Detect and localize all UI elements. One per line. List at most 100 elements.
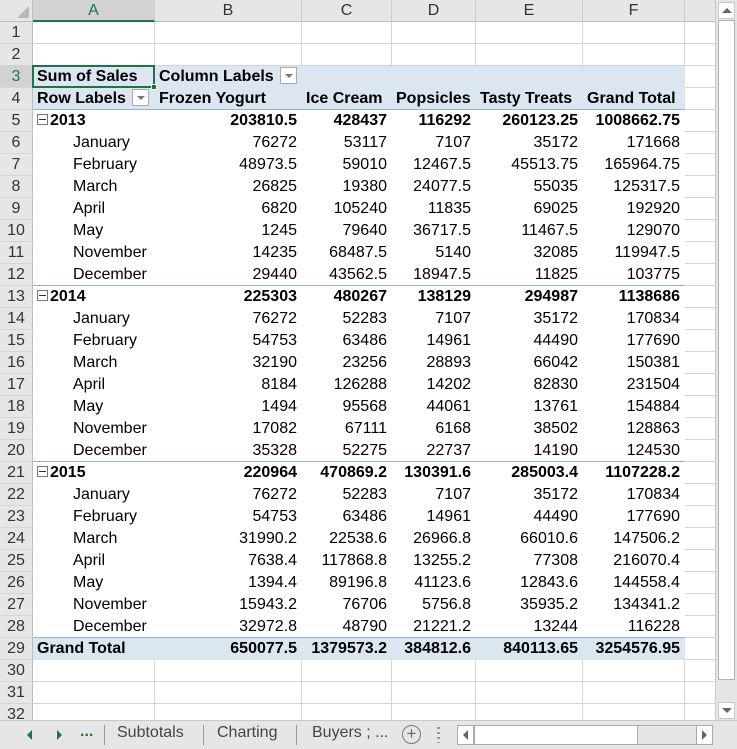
value-cell[interactable]: 66042 [476, 352, 583, 374]
empty-cell[interactable] [476, 44, 583, 66]
value-cell[interactable]: 52283 [302, 308, 392, 330]
empty-cell[interactable] [302, 704, 392, 720]
month-label[interactable]: February [33, 506, 155, 528]
empty-cell[interactable] [155, 660, 302, 682]
month-label[interactable]: November [33, 594, 155, 616]
empty-cell[interactable] [685, 22, 715, 44]
prev-sheet-arrow-icon[interactable] [27, 730, 32, 740]
empty-cell[interactable] [685, 154, 715, 176]
value-cell[interactable]: 7107 [392, 308, 476, 330]
worksheet-grid[interactable]: ABCDEF 1 2 3 4 5 6 7 8 9 10 11 12 13 14 15 16 17 18 19 20 21… [0, 0, 715, 720]
row-header-16[interactable]: 16 [0, 352, 33, 374]
value-cell[interactable]: 192920 [583, 198, 685, 220]
value-cell[interactable]: 231504 [583, 374, 685, 396]
scroll-down-arrow-icon[interactable] [718, 702, 735, 719]
value-cell[interactable]: 67111 [302, 418, 392, 440]
value-cell[interactable]: 66010.6 [476, 528, 583, 550]
month-label[interactable]: February [33, 154, 155, 176]
value-cell[interactable]: 12467.5 [392, 154, 476, 176]
value-cell[interactable]: 144558.4 [583, 572, 685, 594]
value-cell[interactable]: 150381 [583, 352, 685, 374]
value-cell[interactable]: 63486 [302, 506, 392, 528]
value-cell[interactable]: 13244 [476, 616, 583, 638]
value-cell[interactable]: 48973.5 [155, 154, 302, 176]
value-cell[interactable]: 11825 [476, 264, 583, 286]
group-subtotal-cell[interactable]: 116292 [392, 110, 476, 132]
value-cell[interactable]: 31990.2 [155, 528, 302, 550]
empty-cell[interactable] [476, 704, 583, 720]
value-cell[interactable]: 134341.2 [583, 594, 685, 616]
empty-cell[interactable] [583, 682, 685, 704]
select-all-corner[interactable] [0, 0, 33, 22]
column-header-popsicles[interactable]: Popsicles [392, 88, 476, 110]
value-cell[interactable]: 32085 [476, 242, 583, 264]
value-cell[interactable]: 11467.5 [476, 220, 583, 242]
row-header-26[interactable]: 26 [0, 572, 33, 594]
month-label[interactable]: March [33, 352, 155, 374]
row-header-4[interactable]: 4 [0, 88, 33, 110]
value-cell[interactable]: 68487.5 [302, 242, 392, 264]
row-header-14[interactable]: 14 [0, 308, 33, 330]
value-cell[interactable]: 14961 [392, 506, 476, 528]
empty-cell[interactable] [302, 660, 392, 682]
row-header-3[interactable]: 3 [0, 66, 33, 88]
value-cell[interactable]: 105240 [302, 198, 392, 220]
value-cell[interactable]: 38502 [476, 418, 583, 440]
sheet-tab-subtotals[interactable]: Subtotals [105, 721, 196, 749]
column-header-a[interactable]: A [33, 0, 155, 22]
empty-cell[interactable] [685, 88, 715, 110]
value-cell[interactable]: 54753 [155, 330, 302, 352]
group-subtotal-cell[interactable]: 1138686 [583, 286, 685, 308]
month-label[interactable]: March [33, 176, 155, 198]
row-header-1[interactable]: 1 [0, 22, 33, 44]
value-cell[interactable]: 17082 [155, 418, 302, 440]
more-sheets-button[interactable]: ... [80, 723, 93, 741]
value-cell[interactable]: 44061 [392, 396, 476, 418]
empty-cell[interactable] [685, 638, 715, 660]
value-cell[interactable]: 59010 [302, 154, 392, 176]
empty-cell[interactable] [583, 704, 685, 720]
row-header-7[interactable]: 7 [0, 154, 33, 176]
row-header-13[interactable]: 13 [0, 286, 33, 308]
row-header-5[interactable]: 5 [0, 110, 33, 132]
value-cell[interactable]: 76272 [155, 484, 302, 506]
value-cell[interactable]: 129070 [583, 220, 685, 242]
row-header-27[interactable]: 27 [0, 594, 33, 616]
column-header-b[interactable]: B [155, 0, 302, 22]
empty-cell[interactable] [685, 110, 715, 132]
value-cell[interactable]: 22538.6 [302, 528, 392, 550]
value-cell[interactable]: 55035 [476, 176, 583, 198]
empty-cell[interactable] [392, 44, 476, 66]
empty-cell[interactable] [33, 44, 155, 66]
empty-cell[interactable] [685, 594, 715, 616]
empty-cell[interactable] [685, 330, 715, 352]
value-cell[interactable]: 26825 [155, 176, 302, 198]
scroll-up-arrow-icon[interactable] [718, 2, 735, 19]
column-header-frozen-yogurt[interactable]: Frozen Yogurt [155, 88, 302, 110]
value-cell[interactable]: 53117 [302, 132, 392, 154]
value-cell[interactable]: 7107 [392, 484, 476, 506]
value-cell[interactable]: 177690 [583, 330, 685, 352]
value-cell[interactable]: 36717.5 [392, 220, 476, 242]
row-header-9[interactable]: 9 [0, 198, 33, 220]
row-header-12[interactable]: 12 [0, 264, 33, 286]
value-cell[interactable]: 128863 [583, 418, 685, 440]
value-cell[interactable]: 170834 [583, 308, 685, 330]
row-header-25[interactable]: 25 [0, 550, 33, 572]
row-header-19[interactable]: 19 [0, 418, 33, 440]
value-cell[interactable]: 154884 [583, 396, 685, 418]
value-cell[interactable]: 45513.75 [476, 154, 583, 176]
row-header-18[interactable]: 18 [0, 396, 33, 418]
empty-cell[interactable] [685, 462, 715, 484]
month-label[interactable]: January [33, 484, 155, 506]
column-header-d[interactable]: D [392, 0, 476, 22]
value-cell[interactable]: 28893 [392, 352, 476, 374]
empty-cell[interactable] [155, 682, 302, 704]
empty-cell[interactable] [685, 396, 715, 418]
empty-cell[interactable] [685, 550, 715, 572]
row-header-2[interactable]: 2 [0, 44, 33, 66]
empty-cell[interactable] [685, 66, 715, 88]
value-cell[interactable]: 6820 [155, 198, 302, 220]
empty-cell[interactable] [685, 132, 715, 154]
column-header-grand-total[interactable]: Grand Total [583, 88, 685, 110]
